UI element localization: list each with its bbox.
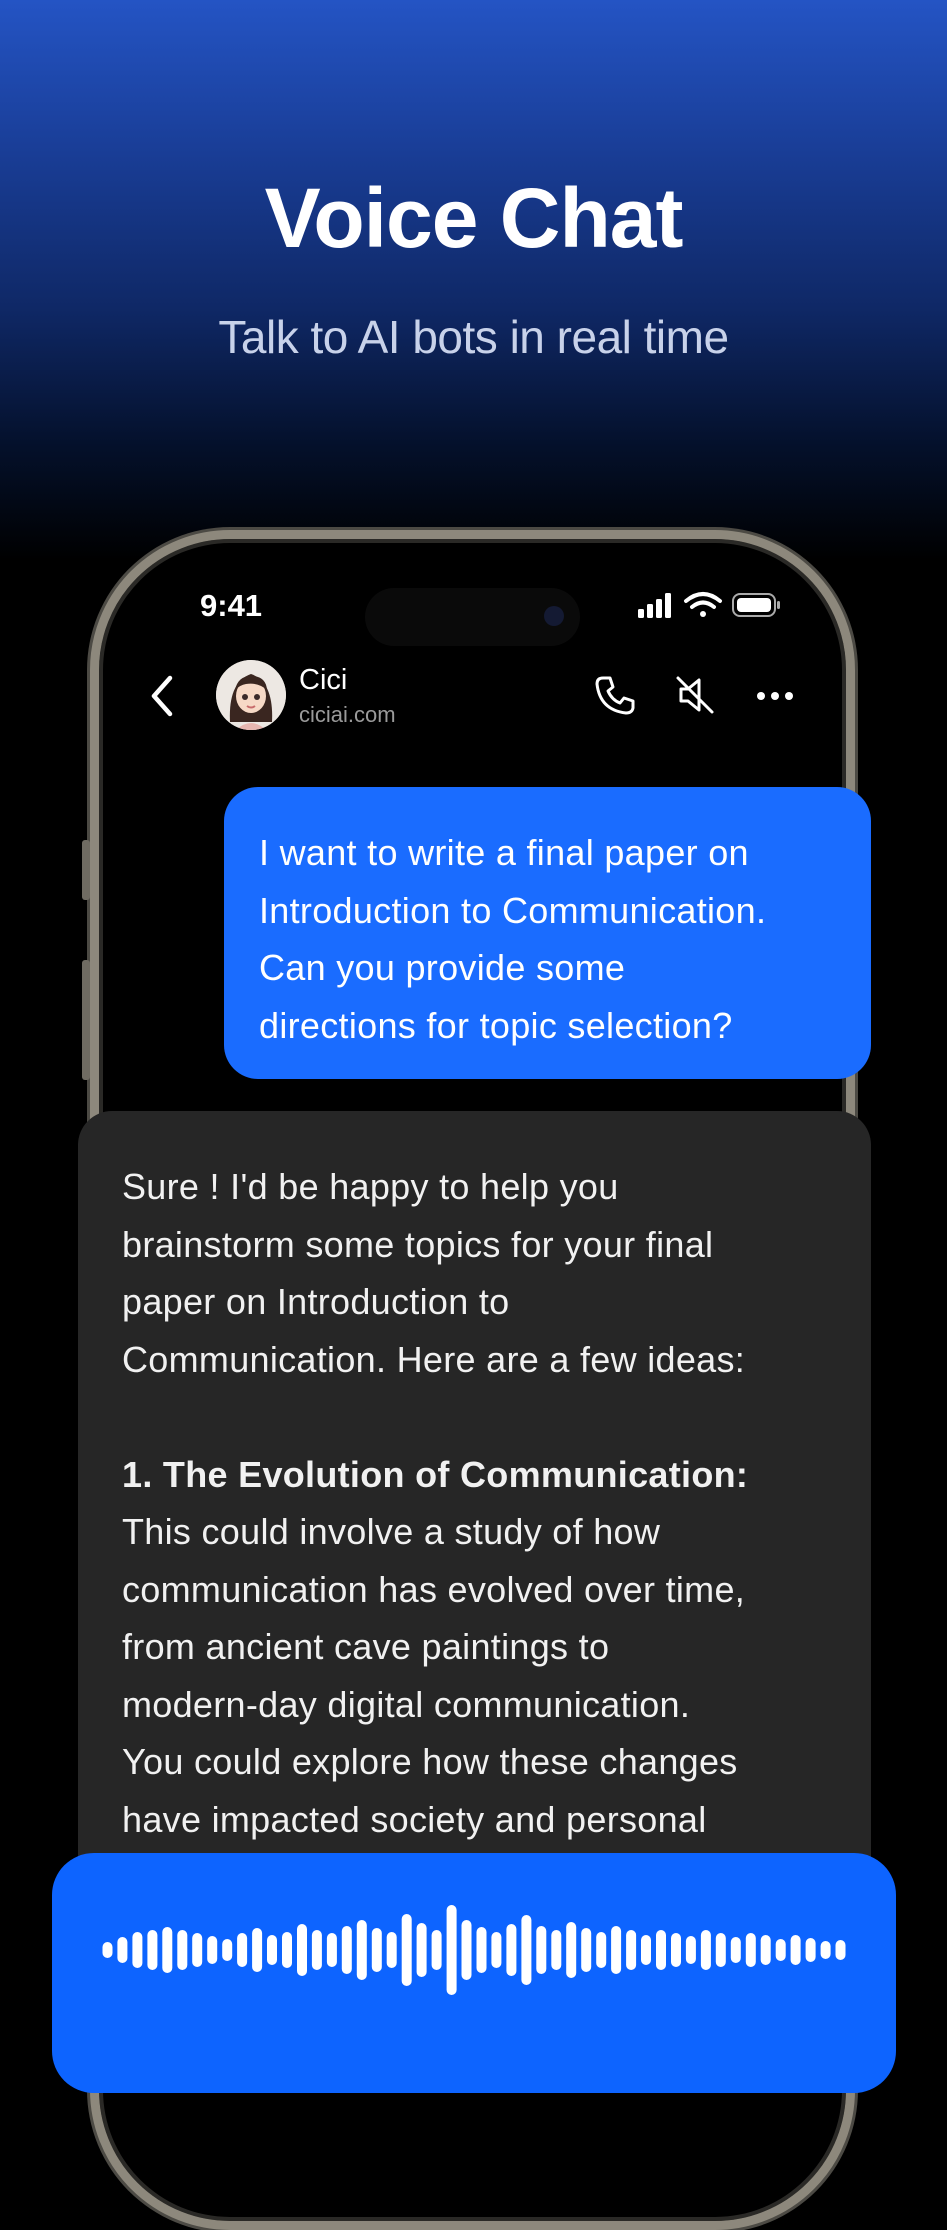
waveform-bar	[252, 1928, 263, 1972]
waveform-bar	[700, 1930, 711, 1970]
waveform-bar	[192, 1933, 203, 1967]
waveform-bar	[566, 1922, 577, 1978]
bot-message-line: paper on Introduction to	[122, 1281, 510, 1322]
waveform-bar	[760, 1935, 771, 1965]
waveform-bar	[626, 1930, 637, 1970]
status-icons	[638, 592, 780, 618]
front-camera	[544, 606, 564, 626]
waveform-bar	[581, 1928, 592, 1972]
phone-side-button	[82, 960, 90, 1080]
phone-icon[interactable]	[592, 672, 638, 718]
waveform-bar	[356, 1920, 367, 1980]
wifi-icon	[684, 592, 722, 617]
waveform-bar	[551, 1930, 562, 1970]
hero-title: Voice Chat	[264, 171, 684, 265]
waveform-bar	[132, 1932, 143, 1968]
bot-message-line: This could involve a study of how	[122, 1511, 661, 1552]
bot-message-line: Sure ! I'd be happy to help you	[122, 1166, 619, 1207]
waveform-bar	[237, 1933, 248, 1967]
bot-message-line: You could explore how these changes	[122, 1741, 738, 1782]
waveform-bar	[401, 1914, 412, 1986]
waveform-bar	[297, 1924, 307, 1976]
waveform-bar	[611, 1926, 622, 1974]
waveform-bar	[715, 1933, 726, 1967]
waveform-bar	[671, 1933, 681, 1967]
waveform-bar	[641, 1935, 651, 1965]
avatar[interactable]	[216, 660, 286, 730]
waveform-bar	[820, 1941, 831, 1959]
waveform-bar	[386, 1932, 397, 1968]
bot-message-line: from ancient cave paintings to	[122, 1626, 610, 1667]
audio-waveform-icon[interactable]	[100, 1900, 848, 2000]
user-message-line: Can you provide some	[259, 947, 626, 988]
phone-side-button	[82, 840, 90, 900]
bot-message-line: brainstorm some topics for your final	[122, 1223, 714, 1265]
waveform-bar	[775, 1939, 786, 1961]
bot-site: ciciai.com	[299, 702, 396, 727]
bot-message-line: communication has evolved over time,	[122, 1568, 746, 1610]
waveform-bar	[461, 1920, 472, 1980]
waveform-bar	[162, 1927, 173, 1973]
bot-name: Cici	[299, 664, 348, 696]
bot-message-line: have impacted society and personal	[122, 1798, 707, 1840]
more-options-icon[interactable]	[752, 672, 798, 718]
waveform-bar	[491, 1932, 502, 1968]
waveform-bar	[730, 1937, 741, 1963]
waveform-bar	[685, 1936, 696, 1964]
waveform-bar	[835, 1940, 846, 1960]
waveform-bar	[805, 1938, 816, 1962]
user-message-bubble[interactable]: I want to write a final paper on Introdu…	[224, 787, 871, 1079]
waveform-bar	[117, 1937, 128, 1963]
waveform-bar	[326, 1933, 337, 1967]
waveform-bar	[476, 1927, 487, 1973]
waveform-bar	[341, 1926, 352, 1974]
battery-icon	[732, 593, 780, 617]
waveform-bar	[222, 1939, 233, 1961]
user-message-line: I want to write a final paper on	[259, 832, 749, 873]
user-message-line: Introduction to Communication.	[259, 889, 767, 931]
waveform-bar	[745, 1933, 756, 1967]
mute-speaker-icon[interactable]	[672, 672, 718, 718]
waveform-bar	[416, 1923, 427, 1977]
waveform-bar	[207, 1936, 218, 1964]
waveform-bar	[267, 1935, 277, 1965]
waveform-bar	[102, 1942, 113, 1958]
waveform-bar	[177, 1930, 188, 1970]
bot-point-heading: 1. The Evolution of Communication:	[122, 1453, 749, 1495]
waveform-bar	[596, 1932, 607, 1968]
user-message-line: directions for topic selection?	[259, 1004, 733, 1046]
waveform-bar	[521, 1915, 532, 1985]
back-chevron-icon[interactable]	[146, 672, 178, 720]
hero-subtitle: Talk to AI bots in real time	[218, 311, 729, 363]
waveform-bar	[371, 1928, 382, 1972]
status-time: 9:41	[200, 588, 263, 623]
waveform-bar	[506, 1924, 517, 1976]
waveform-bar	[282, 1932, 292, 1968]
bot-avatar-icon	[216, 660, 286, 730]
waveform-bar	[790, 1935, 801, 1965]
hero-background	[0, 0, 947, 560]
waveform-bar	[536, 1926, 547, 1974]
cellular-signal-icon	[638, 593, 671, 618]
waveform-bar	[311, 1930, 322, 1970]
bot-message-line: Communication. Here are a few ideas:	[122, 1338, 746, 1380]
bot-message-line: modern-day digital communication.	[122, 1683, 691, 1725]
waveform-bar	[431, 1930, 442, 1970]
waveform-bar	[656, 1930, 666, 1970]
waveform-bar	[446, 1905, 457, 1995]
waveform-bar	[147, 1930, 158, 1970]
